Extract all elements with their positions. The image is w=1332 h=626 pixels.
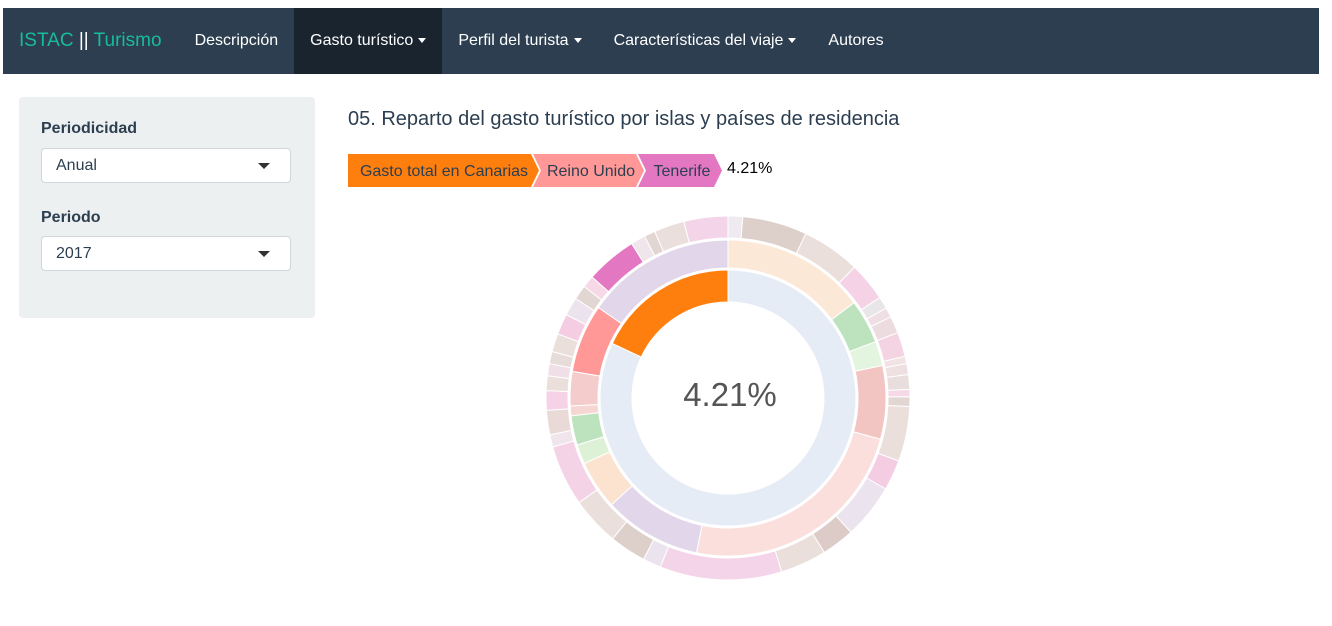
periodicidad-value: Anual [56, 157, 97, 174]
sunburst-center-percentage: 4.21% [683, 376, 777, 413]
caret-down-icon [788, 38, 797, 44]
nav-caracteristicas-del-viaje[interactable]: Características del viaje [598, 8, 813, 74]
sunburst-segment-countries-10[interactable] [569, 370, 601, 407]
nav-caracteristicas-label: Características del viaje [613, 32, 784, 49]
brand-turismo: Turismo [93, 30, 162, 51]
periodo-value: 2017 [56, 245, 92, 262]
dropdown-arrow-icon [258, 163, 270, 169]
periodo-label: Periodo [41, 209, 101, 226]
sunburst-segment-islands-11[interactable] [887, 388, 911, 398]
breadcrumb-item-gasto-total[interactable]: Gasto total en Canarias [348, 154, 539, 187]
sunburst-segment-islands-25[interactable] [545, 390, 569, 411]
sunburst-segment-islands-10[interactable] [886, 373, 911, 391]
brand-title[interactable]: ISTAC || Turismo [3, 8, 179, 74]
breadcrumb-label: Gasto total en Canarias [360, 163, 528, 180]
sidebar-panel: Periodicidad Anual Periodo 2017 [19, 97, 315, 318]
nav-gasto-turistico-label: Gasto turístico [310, 32, 414, 49]
nav-autores-label: Autores [828, 32, 884, 49]
brand-separator: || [73, 30, 94, 51]
breadcrumb-item-tenerife[interactable]: Tenerife [638, 154, 722, 187]
sunburst-breadcrumb: Gasto total en Canarias Reino Unido Tene… [348, 154, 722, 187]
nav-descripcion-label: Descripción [194, 32, 279, 49]
nav-perfil-label: Perfil del turista [458, 32, 569, 49]
nav-perfil-del-turista[interactable]: Perfil del turista [442, 8, 597, 74]
periodicidad-select[interactable]: Anual [41, 148, 291, 183]
nav-gasto-turistico[interactable]: Gasto turístico [294, 8, 443, 74]
caret-down-icon [573, 38, 582, 44]
caret-down-icon [418, 38, 427, 44]
top-navbar: ISTAC || Turismo Descripción Gasto turís… [3, 8, 1319, 74]
sunburst-segment-countries-3[interactable] [852, 364, 887, 440]
breadcrumb-label: Reino Unido [547, 163, 635, 180]
dropdown-arrow-icon [258, 251, 270, 257]
sunburst-segment-islands-12[interactable] [887, 396, 911, 408]
nav-descripcion[interactable]: Descripción [179, 8, 295, 74]
sunburst-segment-islands-38[interactable] [683, 215, 729, 244]
sunburst-segment-islands-24[interactable] [545, 408, 572, 436]
periodicidad-label: Periodicidad [41, 120, 138, 137]
nav-autores[interactable]: Autores [812, 8, 899, 74]
breadcrumb-label: Tenerife [654, 163, 711, 180]
periodo-select[interactable]: 2017 [41, 236, 291, 271]
breadcrumb-item-reino-unido[interactable]: Reino Unido [533, 154, 644, 187]
sunburst-segment-islands-0[interactable] [727, 215, 744, 240]
breadcrumb-percentage: 4.21% [727, 160, 773, 177]
brand-istac: ISTAC [19, 30, 74, 51]
chart-title: 05. Reparto del gasto turístico por isla… [348, 108, 900, 130]
